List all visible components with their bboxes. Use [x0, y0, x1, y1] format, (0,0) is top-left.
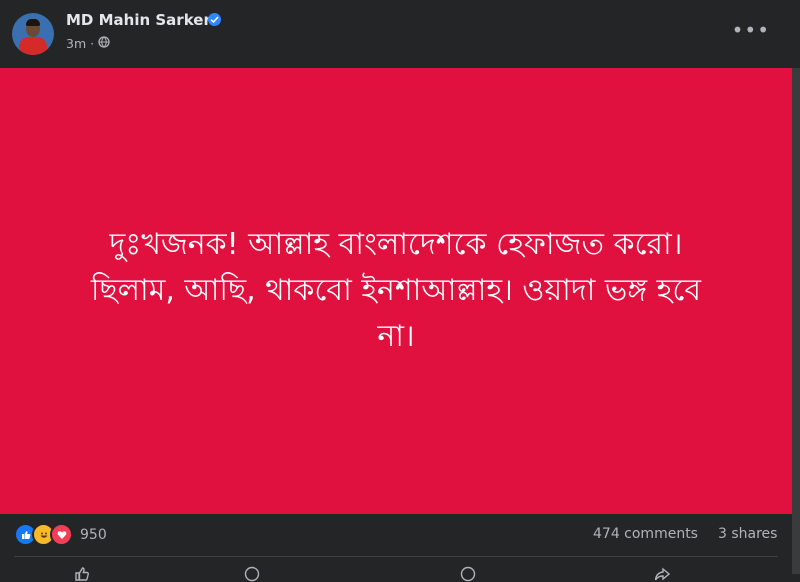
post-time[interactable]: 3m	[66, 36, 86, 51]
like-button[interactable]	[74, 566, 90, 582]
post-card: দুঃখজনক! আল্লাহ বাংলাদেশকে হেফাজত করো। ছ…	[0, 68, 792, 514]
post-header: MD Mahin Sarker 3m · •••	[0, 0, 800, 68]
author-name[interactable]: MD Mahin Sarker	[66, 11, 211, 29]
comment-button[interactable]	[244, 566, 260, 582]
verified-badge-icon	[208, 13, 221, 26]
more-options-icon[interactable]: •••	[732, 20, 770, 40]
comment-icon	[244, 566, 260, 582]
like-icon	[75, 567, 89, 581]
comments-count-link[interactable]: 474 comments	[593, 526, 698, 542]
share-button[interactable]	[654, 566, 670, 582]
globe-icon[interactable]	[98, 36, 110, 51]
post-text-line: ছিলাম, আছি, থাকবো ইনশাআল্লাহ। ওয়াদা ভঙ্…	[90, 273, 702, 308]
shares-count-link[interactable]: 3 shares	[718, 526, 777, 542]
send-button[interactable]	[460, 566, 476, 582]
separator-dot: ·	[90, 36, 95, 51]
divider	[14, 556, 778, 557]
reaction-count[interactable]: 950	[80, 527, 107, 543]
post-text-line: না।	[377, 319, 415, 354]
love-reaction-icon	[50, 523, 73, 546]
send-icon	[460, 566, 476, 582]
post-text-line: দুঃখজনক! আল্লাহ বাংলাদেশকে হেফাজত করো।	[109, 227, 683, 262]
post-text: দুঃখজনক! আল্লাহ বাংলাদেশকে হেফাজত করো। ছ…	[36, 222, 756, 360]
avatar[interactable]	[12, 13, 54, 55]
post-meta: 3m ·	[66, 36, 110, 51]
post-actions	[0, 560, 792, 582]
scrollbar[interactable]	[792, 68, 800, 574]
reaction-summary[interactable]: 950	[14, 523, 107, 546]
share-icon	[654, 567, 670, 581]
